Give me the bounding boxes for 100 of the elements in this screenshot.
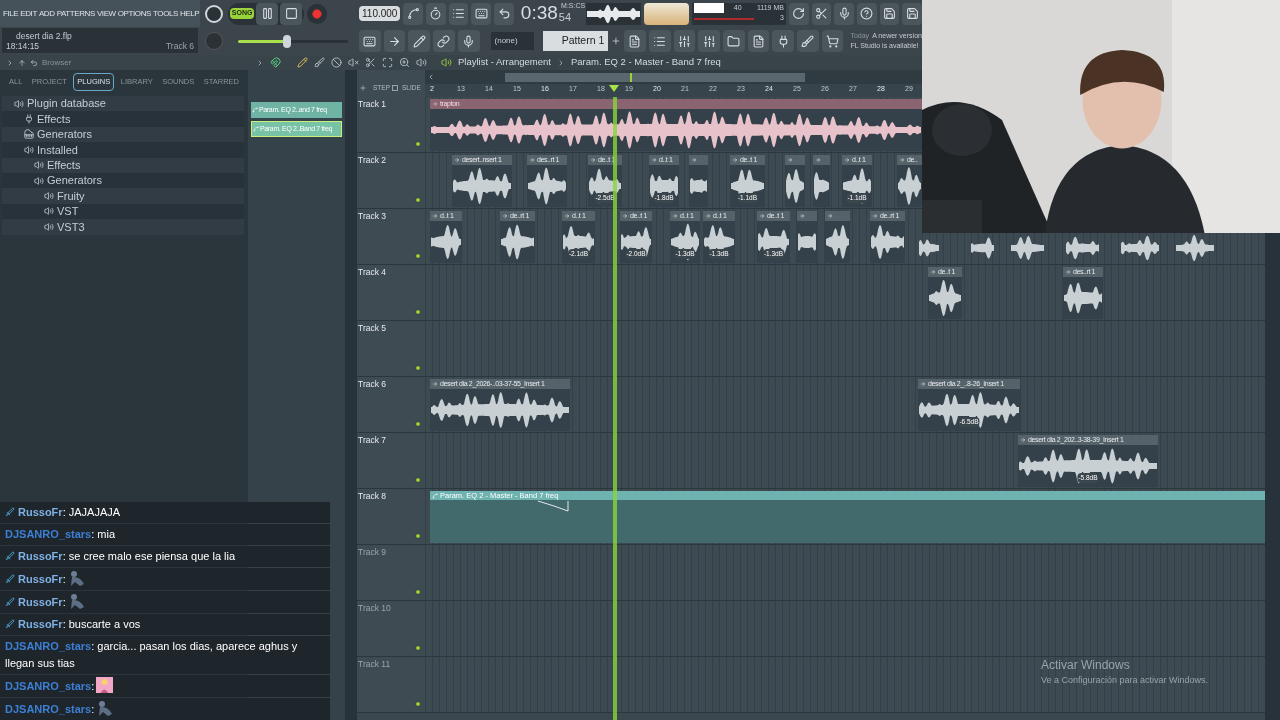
playlist-button[interactable] (624, 30, 646, 52)
track-header[interactable]: Track 4 (357, 265, 425, 321)
arrow-button[interactable] (383, 30, 406, 52)
audio-clip-icon (899, 157, 905, 163)
chat-message: RussoFr: JAJAJAJA (18, 506, 121, 518)
track-header[interactable]: Track 5 (357, 321, 425, 377)
timer-button[interactable] (426, 2, 446, 25)
track-header[interactable]: Track 2 (357, 153, 425, 209)
link-button[interactable] (433, 30, 455, 52)
magnet-icon[interactable] (270, 57, 281, 68)
add-pattern-icon[interactable] (611, 36, 622, 46)
slider-thumb[interactable] (283, 34, 292, 48)
track-led-icon[interactable] (415, 141, 421, 147)
menu-item[interactable]: ADD (38, 7, 55, 20)
keyboard-button[interactable] (471, 2, 492, 25)
menu-item[interactable]: EDIT (20, 7, 37, 20)
scissors-button[interactable] (811, 2, 832, 25)
stop-button[interactable] (280, 2, 303, 25)
help-button[interactable] (857, 2, 877, 25)
track-led-icon[interactable] (415, 421, 421, 427)
scroll-left-icon[interactable] (427, 73, 435, 81)
project-icon (751, 34, 765, 48)
menu-item[interactable]: TOOLS (153, 7, 178, 20)
audio-clip-icon (502, 213, 508, 219)
tempo-display[interactable]: 110.000 (359, 6, 401, 21)
add-track-icon[interactable] (359, 83, 367, 92)
project-button[interactable] (747, 30, 770, 52)
curve-button[interactable] (403, 2, 424, 25)
track-led-icon[interactable] (415, 533, 421, 539)
menu-item[interactable]: FILE (3, 7, 19, 20)
plugin-button[interactable] (772, 30, 795, 52)
speaker-icon[interactable] (441, 57, 452, 68)
brush-icon[interactable] (314, 57, 325, 68)
pen-button[interactable] (408, 30, 431, 52)
scrollbar[interactable] (1265, 233, 1280, 720)
track-header[interactable]: Track 6 (357, 377, 425, 433)
list-icon (452, 7, 466, 20)
chat-message: RussoFr: se cree malo ese piensa que la lia (18, 550, 236, 562)
speaker-icon[interactable] (416, 57, 427, 68)
speaker-icon (14, 98, 24, 109)
audio-clip[interactable] (825, 211, 850, 263)
track-header[interactable]: Track 9 (357, 545, 425, 601)
track-led-icon[interactable] (415, 645, 421, 651)
track-led-icon[interactable] (415, 589, 421, 595)
menu-item[interactable]: VIEW (96, 7, 116, 20)
brush-button[interactable] (797, 30, 819, 52)
expand-icon[interactable] (6, 58, 14, 67)
pencil-icon[interactable] (297, 57, 308, 68)
list-button[interactable] (448, 2, 469, 25)
browser-tree-item[interactable]: Fruity (2, 188, 244, 204)
track-led-icon[interactable] (415, 477, 421, 483)
microphone-button[interactable] (834, 2, 854, 25)
mute-icon[interactable] (348, 57, 359, 68)
channel-dropdown[interactable]: (none) (490, 32, 535, 50)
track-led-icon[interactable] (415, 701, 421, 707)
audio-clip[interactable] (813, 155, 830, 207)
track-header[interactable]: Track 1 (357, 97, 425, 153)
track-header[interactable]: Track 7 (357, 433, 425, 489)
track-header[interactable]: Track 11 (357, 657, 425, 713)
track-name: Track 10 (358, 602, 391, 615)
browser-tree-item[interactable]: VST3 (2, 219, 244, 235)
audio-clip[interactable] (797, 211, 817, 263)
up-arrow-icon[interactable] (18, 58, 26, 67)
track-led-icon[interactable] (415, 253, 421, 259)
menu-item[interactable]: HELP (180, 7, 200, 20)
audio-clip[interactable] (689, 155, 708, 207)
browser-button[interactable] (722, 30, 745, 52)
chat-message: DJSANRO_stars: mia (5, 528, 116, 540)
back-icon[interactable] (30, 58, 38, 67)
track-header[interactable]: Track 3 (357, 209, 425, 265)
project-file-name: desert dia 2.flp (15, 30, 73, 41)
cart-button[interactable] (821, 30, 844, 52)
menu-item[interactable]: OPTIONS (117, 7, 151, 20)
track-header[interactable]: Track 10 (357, 601, 425, 657)
pattern-field[interactable]: Pattern 1 (543, 31, 609, 51)
refresh-button[interactable] (788, 2, 809, 25)
track-led-icon[interactable] (415, 365, 421, 371)
browser-tree-item[interactable]: Plugin database (2, 96, 244, 112)
select-icon[interactable] (382, 57, 393, 68)
mixer-button[interactable] (673, 30, 696, 52)
pause-button[interactable] (256, 2, 279, 25)
sticker-icon (96, 677, 114, 693)
save-new-button[interactable] (902, 2, 923, 25)
speaker-icon (34, 160, 44, 171)
piano-roll-button[interactable] (359, 30, 381, 52)
menu-item[interactable]: PATTERNS (56, 7, 95, 20)
audio-clip-icon (787, 157, 793, 163)
save-new-icon (905, 7, 919, 20)
ban-icon[interactable] (331, 57, 342, 68)
audio-clip[interactable] (785, 155, 805, 207)
zoom-icon[interactable] (399, 57, 410, 68)
track-led-icon[interactable] (415, 309, 421, 315)
track-led-icon[interactable] (415, 197, 421, 203)
song-clock-centiseconds: 54 (558, 9, 572, 25)
save-button[interactable] (879, 2, 900, 25)
step-checkbox[interactable] (392, 84, 398, 91)
scissors-icon[interactable] (365, 57, 376, 68)
undo-button[interactable] (494, 2, 514, 25)
track-header[interactable]: Track 8 (357, 489, 425, 545)
overview-scrollbar[interactable] (505, 72, 805, 82)
